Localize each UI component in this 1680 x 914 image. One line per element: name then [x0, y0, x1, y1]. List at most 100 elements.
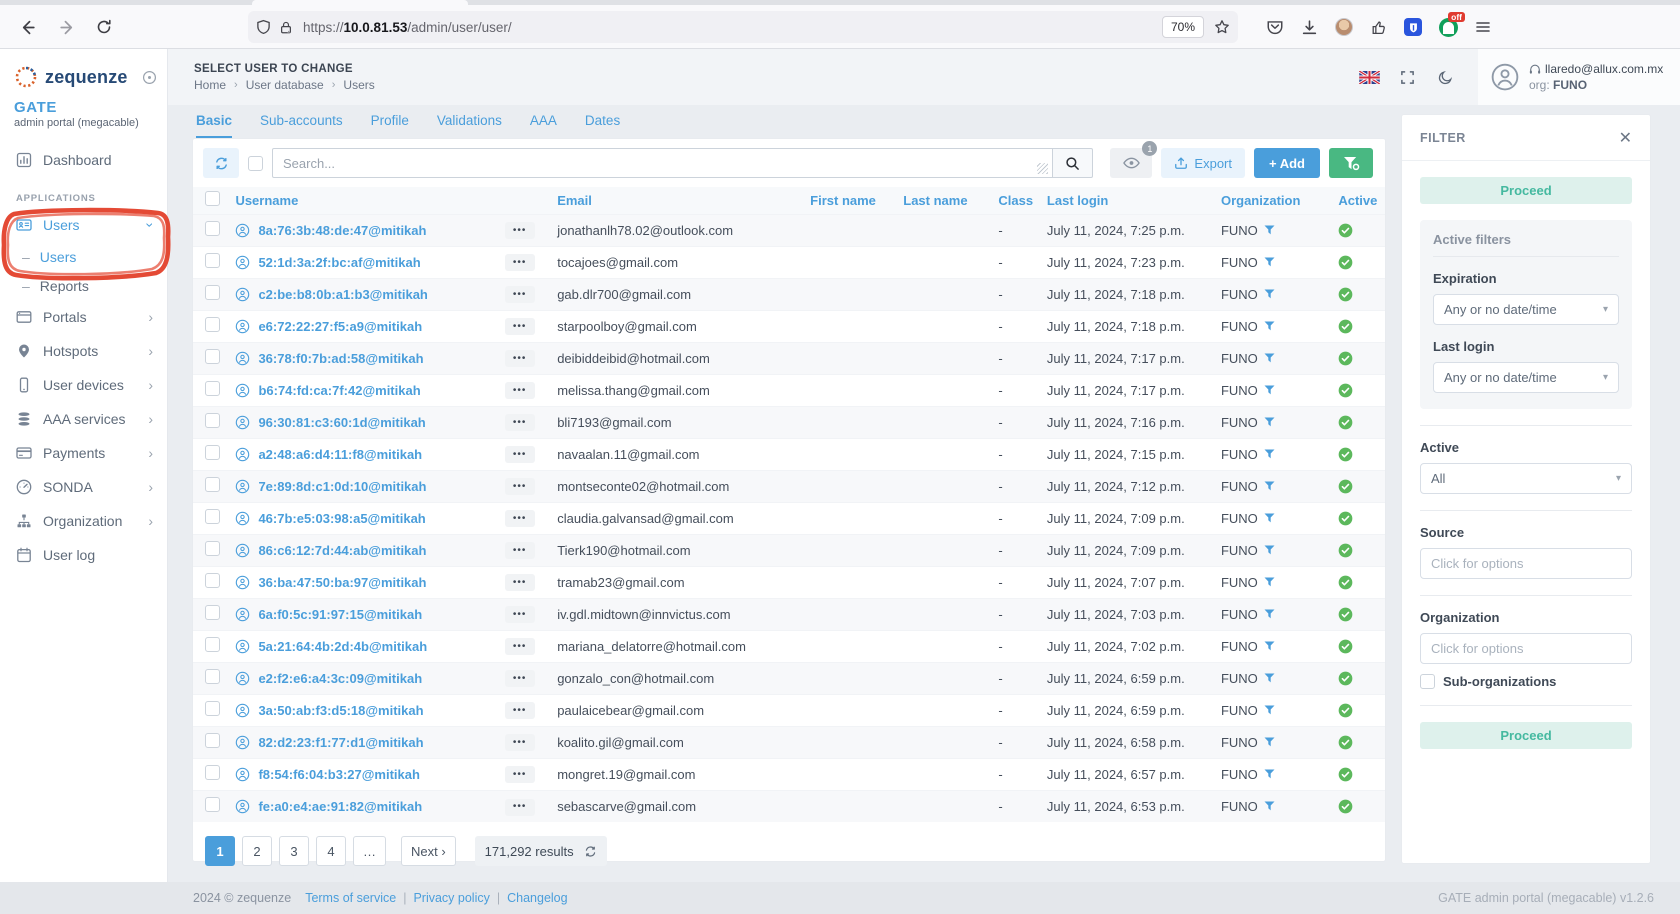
row-actions-button[interactable]: ••• [505, 574, 535, 591]
username-link[interactable]: 36:78:f0:7b:ad:58@mitikah [258, 351, 423, 366]
page-button-2[interactable]: 2 [242, 836, 272, 866]
org-filter-funnel-icon[interactable] [1264, 449, 1275, 459]
row-checkbox[interactable] [205, 317, 220, 332]
row-actions-button[interactable]: ••• [505, 222, 535, 239]
row-actions-button[interactable]: ••• [505, 606, 535, 623]
username-link[interactable]: e6:72:22:27:f5:a9@mitikah [258, 319, 422, 334]
visibility-button[interactable]: 1 [1110, 148, 1152, 178]
next-page-button[interactable]: Next › [401, 836, 456, 866]
row-checkbox[interactable] [205, 413, 220, 428]
username-link[interactable]: 5a:21:64:4b:2d:4b@mitikah [258, 639, 427, 654]
fullscreen-icon[interactable] [1388, 70, 1426, 85]
proceed-button-top[interactable]: Proceed [1420, 177, 1632, 204]
org-filter-funnel-icon[interactable] [1264, 769, 1275, 779]
row-checkbox[interactable] [205, 509, 220, 524]
org-filter-funnel-icon[interactable] [1264, 705, 1275, 715]
privacy-link[interactable]: Privacy policy [413, 891, 489, 905]
row-checkbox[interactable] [205, 765, 220, 780]
row-checkbox[interactable] [205, 253, 220, 268]
username-link[interactable]: 8a:76:3b:48:de:47@mitikah [258, 223, 426, 238]
row-actions-button[interactable]: ••• [505, 766, 535, 783]
terms-link[interactable]: Terms of service [305, 891, 396, 905]
row-actions-button[interactable]: ••• [505, 702, 535, 719]
org-filter-funnel-icon[interactable] [1264, 225, 1275, 235]
breadcrumb-user-database[interactable]: User database [246, 78, 324, 92]
sidebar-item-portals[interactable]: Portals › [0, 300, 167, 334]
sidebar-collapse-icon[interactable] [142, 70, 157, 85]
row-actions-button[interactable]: ••• [505, 638, 535, 655]
row-actions-button[interactable]: ••• [505, 286, 535, 303]
row-checkbox[interactable] [205, 541, 220, 556]
sidebar-item-hotspots[interactable]: Hotspots › [0, 334, 167, 368]
row-actions-button[interactable]: ••• [505, 542, 535, 559]
breadcrumb-home[interactable]: Home [194, 78, 226, 92]
expiration-select[interactable]: Any or no date/time▾ [1433, 294, 1619, 325]
tab-validations[interactable]: Validations [437, 113, 502, 138]
row-checkbox[interactable] [205, 285, 220, 300]
row-checkbox[interactable] [205, 733, 220, 748]
row-checkbox[interactable] [205, 381, 220, 396]
org-filter-funnel-icon[interactable] [1264, 257, 1275, 267]
pocket-icon[interactable] [1266, 18, 1284, 36]
export-button[interactable]: Export [1161, 148, 1245, 178]
username-link[interactable]: a2:48:a6:d4:11:f8@mitikah [258, 447, 422, 462]
row-actions-button[interactable]: ••• [505, 382, 535, 399]
active-select[interactable]: All▾ [1420, 463, 1632, 494]
sidebar-item-dashboard[interactable]: Dashboard [0, 143, 167, 177]
username-link[interactable]: 46:7b:e5:03:98:a5@mitikah [258, 511, 425, 526]
org-filter-funnel-icon[interactable] [1264, 513, 1275, 523]
page-button-3[interactable]: 3 [279, 836, 309, 866]
search-input[interactable] [272, 148, 1053, 178]
username-link[interactable]: 7e:89:8d:c1:0d:10@mitikah [258, 479, 426, 494]
sub-organizations-checkbox[interactable] [1420, 674, 1435, 689]
url-bar[interactable]: https://10.0.81.53/admin/user/user/ 70% [248, 11, 1238, 43]
ghostery-icon[interactable]: off [1439, 18, 1458, 37]
tab-aaa[interactable]: AAA [530, 113, 557, 138]
row-actions-button[interactable]: ••• [505, 734, 535, 751]
row-checkbox[interactable] [205, 573, 220, 588]
username-link[interactable]: 6a:f0:5c:91:97:15@mitikah [258, 607, 422, 622]
username-link[interactable]: c2:be:b8:0b:a1:b3@mitikah [258, 287, 427, 302]
org-filter-funnel-icon[interactable] [1264, 289, 1275, 299]
account-avatar[interactable] [1335, 18, 1353, 36]
org-filter-funnel-icon[interactable] [1264, 609, 1275, 619]
row-actions-button[interactable]: ••• [505, 350, 535, 367]
row-checkbox[interactable] [205, 669, 220, 684]
tracking-shield-icon[interactable] [256, 19, 271, 35]
row-checkbox[interactable] [205, 797, 220, 812]
sidebar-item-aaa-services[interactable]: AAA services › [0, 402, 167, 436]
open-filter-button[interactable] [1329, 148, 1373, 178]
row-actions-button[interactable]: ••• [505, 254, 535, 271]
extension-thumbs-icon[interactable] [1370, 19, 1387, 36]
last-login-select[interactable]: Any or no date/time▾ [1433, 362, 1619, 393]
row-actions-button[interactable]: ••• [505, 414, 535, 431]
downloads-icon[interactable] [1301, 19, 1318, 36]
org-filter-funnel-icon[interactable] [1264, 353, 1275, 363]
username-link[interactable]: 82:d2:23:f1:77:d1@mitikah [258, 735, 423, 750]
username-link[interactable]: fe:a0:e4:ae:91:82@mitikah [258, 799, 422, 814]
toolbar-checkbox[interactable] [248, 156, 263, 171]
refresh-button[interactable] [203, 148, 239, 178]
select-all-checkbox[interactable] [205, 191, 220, 206]
org-filter-funnel-icon[interactable] [1264, 737, 1275, 747]
org-filter-funnel-icon[interactable] [1264, 641, 1275, 651]
row-actions-button[interactable]: ••• [505, 510, 535, 527]
search-button[interactable] [1053, 148, 1093, 178]
org-filter-funnel-icon[interactable] [1264, 321, 1275, 331]
org-filter-funnel-icon[interactable] [1264, 385, 1275, 395]
menu-hamburger-icon[interactable] [1475, 19, 1491, 35]
column-active[interactable]: Active [1334, 187, 1385, 214]
bookmark-star-icon[interactable] [1214, 19, 1230, 35]
column-first-name[interactable]: First name [806, 187, 899, 214]
source-input[interactable] [1420, 548, 1632, 579]
row-checkbox[interactable] [205, 221, 220, 236]
column-last-login[interactable]: Last login [1043, 187, 1217, 214]
row-actions-button[interactable]: ••• [505, 478, 535, 495]
tab-profile[interactable]: Profile [371, 113, 409, 138]
org-filter-funnel-icon[interactable] [1264, 673, 1275, 683]
bitwarden-icon[interactable] [1404, 18, 1422, 36]
row-checkbox[interactable] [205, 637, 220, 652]
lock-warning-icon[interactable] [279, 20, 293, 35]
column-class[interactable]: Class [994, 187, 1043, 214]
add-button[interactable]: + Add [1254, 148, 1320, 178]
